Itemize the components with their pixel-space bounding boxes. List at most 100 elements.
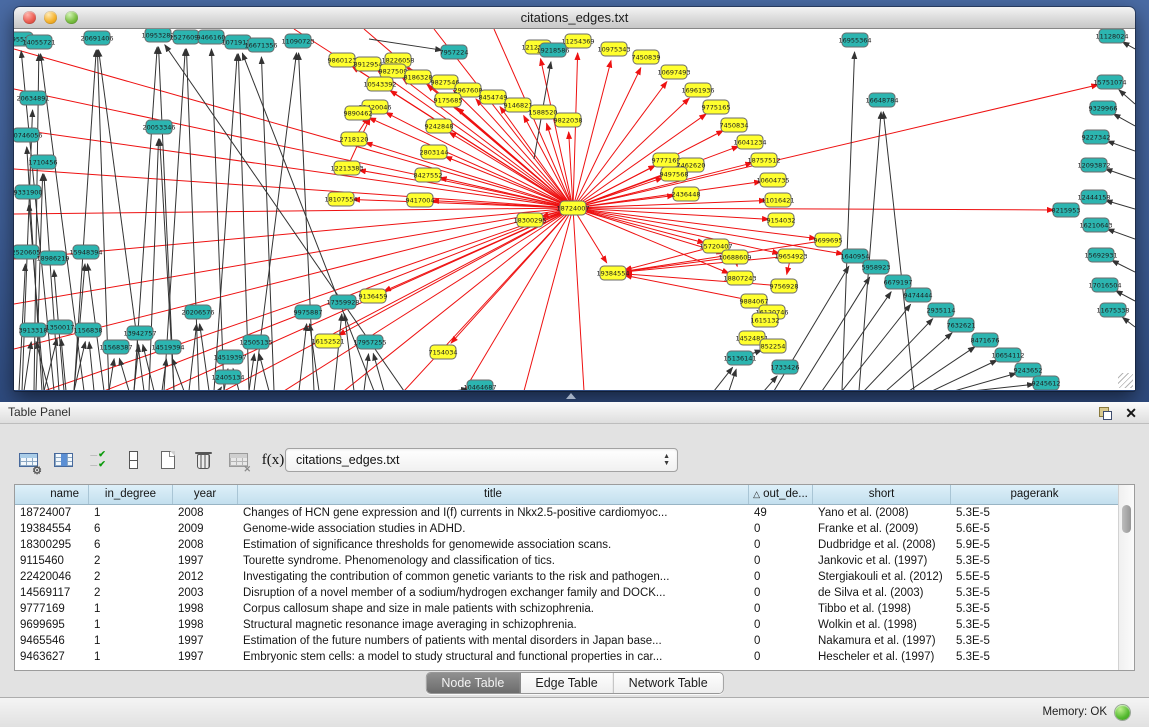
graph-edge[interactable] [334,314,342,390]
cell-out_degree[interactable]: 0 [749,633,813,649]
graph-edge[interactable] [44,339,57,390]
graph-edge[interactable] [369,118,573,208]
cell-year[interactable]: 2008 [173,537,238,553]
graph-node[interactable]: 9243652 [1014,363,1043,377]
cell-year[interactable]: 2008 [173,505,238,521]
cell-year[interactable]: 1998 [173,617,238,633]
graph-edge[interactable] [24,342,31,390]
cell-out_degree[interactable]: 0 [749,617,813,633]
graph-edge[interactable] [1106,200,1135,209]
cell-name[interactable]: 9699695 [15,617,89,633]
graph-edge[interactable] [573,85,1098,208]
cell-title[interactable]: Estimation of significance thresholds fo… [238,537,749,553]
graph-edge[interactable] [842,52,855,390]
graph-node[interactable]: 18757512 [747,153,780,167]
graph-node[interactable]: 18107554 [324,192,357,206]
graph-edge[interactable] [200,324,209,390]
graph-node[interactable]: 9242848 [425,119,454,133]
graph-node[interactable]: 14519397 [213,350,246,364]
graph-edge[interactable] [249,354,254,390]
cell-out_degree[interactable]: 0 [749,537,813,553]
graph-node[interactable]: 15136141 [723,351,756,365]
cell-name[interactable]: 18300295 [15,537,89,553]
new-attribute-icon[interactable] [154,445,182,475]
graph-edge[interactable] [822,292,891,390]
cell-in_degree[interactable]: 1 [89,649,173,665]
graph-node[interactable]: 8215953 [1052,203,1081,217]
graph-node[interactable]: 9699695 [814,233,843,247]
graph-edge[interactable] [36,342,49,390]
cell-out_degree[interactable]: 0 [749,569,813,585]
graph-node[interactable]: 12093872 [1077,158,1110,172]
graph-node[interactable]: 11090723 [281,34,314,48]
graph-edge[interactable] [1122,317,1135,327]
graph-node[interactable]: 18724007 [556,201,589,215]
cell-name[interactable]: 9463627 [15,649,89,665]
graph-node[interactable]: 17016504 [1088,278,1121,292]
cell-out_degree[interactable]: 0 [749,585,813,601]
cell-in_degree[interactable]: 6 [89,537,173,553]
cell-in_degree[interactable]: 6 [89,521,173,537]
graph-node[interactable]: 1710456 [29,155,58,169]
graph-node[interactable]: 16648784 [865,93,898,107]
graph-node[interactable]: 1615132 [751,313,780,327]
cell-year[interactable]: 1997 [173,633,238,649]
close-window-icon[interactable] [23,11,36,24]
graph-node[interactable]: 18986219 [36,251,69,265]
graph-edge[interactable] [864,319,933,390]
graph-edge[interactable] [44,174,59,390]
cell-title[interactable]: Genome-wide association studies in ADHD. [238,521,749,537]
zoom-window-icon[interactable] [65,11,78,24]
table-row[interactable]: 1938455462009Genome-wide association stu… [15,521,1134,537]
graph-edge[interactable] [89,342,94,390]
tab-network-table[interactable]: Network Table [614,673,723,693]
cell-name[interactable]: 19384554 [15,521,89,537]
cell-name[interactable]: 22420046 [15,569,89,585]
cell-short[interactable]: Dudbridge et al. (2008) [813,537,951,553]
graph-edge[interactable] [573,208,1054,210]
graph-edge[interactable] [764,376,777,390]
graph-edge[interactable] [1119,90,1135,104]
graph-node[interactable]: 17957255 [353,335,386,349]
graph-edge[interactable] [14,129,573,208]
graph-node[interactable]: 7154034 [429,345,458,359]
cell-out_degree[interactable]: 0 [749,553,813,569]
tab-edge-table[interactable]: Edge Table [520,673,613,693]
graph-node[interactable]: 9497568 [660,167,689,181]
graph-node[interactable]: 9417004 [406,193,435,207]
graph-edge[interactable] [1105,169,1135,179]
minimize-window-icon[interactable] [44,11,57,24]
cell-title[interactable]: Tourette syndrome. Phenomenology and cla… [238,553,749,569]
table-row[interactable]: 911546021997Tourette syndrome. Phenomeno… [15,553,1134,569]
graph-node[interactable]: 9890462 [344,106,373,120]
cell-pagerank[interactable]: 5.3E-5 [951,585,1119,601]
graph-node[interactable]: 9975887 [294,305,323,319]
cell-in_degree[interactable]: 2 [89,553,173,569]
graph-node[interactable]: 7450834 [720,118,749,132]
graph-node[interactable]: 7632621 [947,318,976,332]
column-header-pagerank[interactable]: pagerank [951,485,1119,504]
graph-node[interactable]: 11016421 [761,193,794,207]
graph-node[interactable]: 15948394 [69,245,102,259]
graph-node[interactable]: 19218586 [536,43,569,57]
graph-edge[interactable] [219,387,222,390]
graph-node[interactable]: 16671356 [244,38,277,52]
cell-short[interactable]: Wolkin et al. (1998) [813,617,951,633]
cell-year[interactable]: 1998 [173,601,238,617]
graph-edge[interactable] [573,208,779,253]
cell-pagerank[interactable]: 5.6E-5 [951,521,1119,537]
table-row[interactable]: 946554611997Estimation of the future num… [15,633,1134,649]
column-header-in_degree[interactable]: in_degree [89,485,173,504]
graph-edge[interactable] [1113,114,1135,126]
table-selector-dropdown[interactable]: citations_edges.txt ▲▼ [285,448,678,472]
cell-year[interactable]: 2003 [173,585,238,601]
graph-edge[interactable] [886,333,952,390]
graph-node[interactable]: 2436448 [672,187,701,201]
graph-edge[interactable] [714,367,733,390]
graph-node[interactable]: 8427552 [414,168,443,182]
graph-node[interactable]: 9136459 [359,289,388,303]
graph-node[interactable]: 8186328 [404,70,433,84]
graph-edge[interactable] [932,360,997,390]
close-panel-icon[interactable]: ✕ [1125,406,1137,420]
table-settings-icon[interactable]: ⚙ [14,445,42,475]
